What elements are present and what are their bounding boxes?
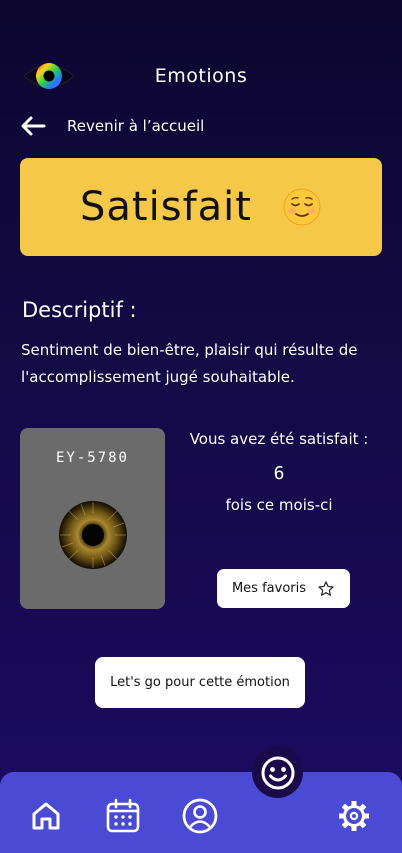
back-label: Revenir à l’accueil [67,117,205,135]
stat-label: Vous avez été satisfait : [189,430,369,448]
eye-id-label: EY-5780 [55,450,129,466]
nav-calendar[interactable] [105,798,141,834]
home-icon [32,802,60,830]
app-header: Emotions [0,58,402,96]
app-title: Emotions [154,65,248,87]
star-icon [318,580,334,596]
gear-icon [339,801,369,831]
emotion-name: Satisfait [80,184,252,230]
golden-iris-icon [59,501,127,569]
description-text: Sentiment de bien-être, plaisir qui résu… [21,341,358,386]
emotion-card: Satisfait [20,158,382,256]
favorites-label: Mes favoris [231,581,307,596]
stat-suffix: fois ce mois-ci [225,496,333,514]
go-label: Let's go pour cette émotion [110,675,290,690]
eye-card: EY-5780 [20,428,165,609]
relieved-face-icon [283,188,321,226]
calendar-icon [106,798,140,833]
nav-home[interactable] [28,798,64,834]
nav-profile[interactable] [182,798,218,834]
user-circle-icon [182,798,218,834]
nav-emotions[interactable] [252,747,303,798]
nav-settings[interactable] [336,798,372,834]
stat-count: 6 [273,463,285,484]
bottom-nav [0,772,402,853]
smiley-icon [261,756,294,789]
back-to-home-link[interactable]: Revenir à l’accueil [20,114,204,138]
arrow-left-icon [21,116,46,136]
description-title: Descriptif : [22,298,137,322]
go-emotion-button[interactable]: Let's go pour cette émotion [95,657,305,708]
favorites-button[interactable]: Mes favoris [217,569,350,608]
